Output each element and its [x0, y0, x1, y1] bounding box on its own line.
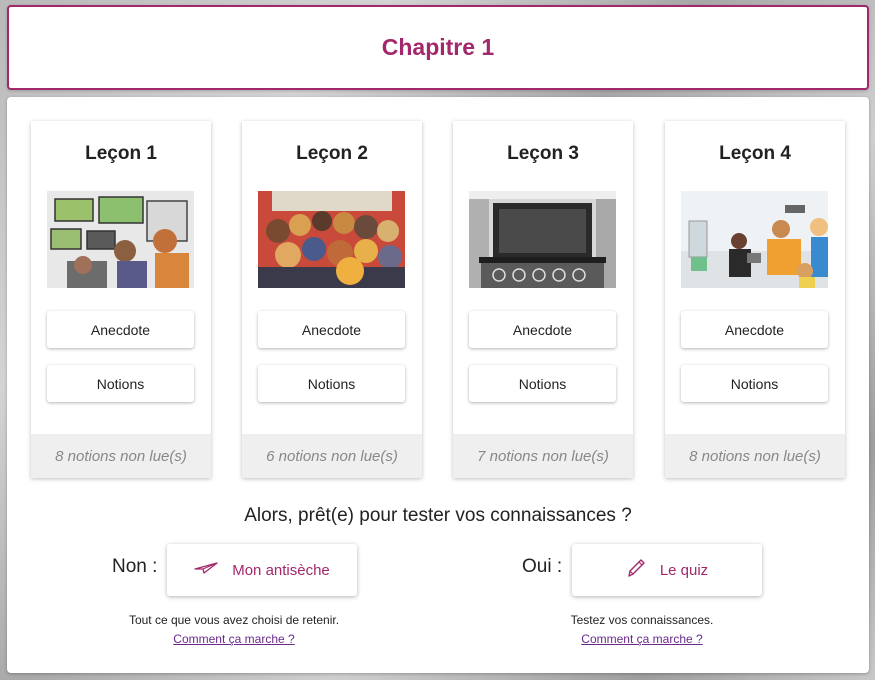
lesson-title: Leçon 4 — [719, 143, 791, 164]
lesson-card-3: Leçon 3 Anecdote Notions 7 notions non l… — [453, 121, 633, 478]
main-panel: Leçon 1 Anecdote Notions 8 notions non l… — [7, 97, 869, 673]
lesson-illustration[interactable] — [258, 191, 405, 288]
anecdote-button[interactable]: Anecdote — [258, 311, 405, 348]
notions-button[interactable]: Notions — [469, 365, 616, 402]
quiz-label: Le quiz — [659, 561, 709, 579]
lesson-card-1: Leçon 1 Anecdote Notions 8 notions non l… — [31, 121, 211, 478]
quiz-prompt: Alors, prêt(e) pour tester vos connaissa… — [244, 505, 632, 526]
yes-label: Oui : — [522, 556, 563, 577]
pencil-icon — [626, 557, 646, 583]
notions-button[interactable]: Notions — [258, 365, 405, 402]
paper-plane-icon — [194, 561, 218, 579]
quiz-button[interactable]: Le quiz — [572, 544, 762, 596]
quiz-description: Testez vos connaissances. — [570, 613, 714, 627]
unread-notions-count: 7 notions non lue(s) — [453, 434, 633, 478]
anecdote-button[interactable]: Anecdote — [681, 311, 828, 348]
chapter-title: Chapitre 1 — [381, 34, 495, 60]
cheat-sheet-description: Tout ce que vous avez choisi de retenir. — [128, 613, 340, 627]
notions-button[interactable]: Notions — [47, 365, 194, 402]
lesson-illustration[interactable] — [47, 191, 194, 288]
lesson-title: Leçon 1 — [85, 143, 157, 164]
lesson-card-2: Leçon 2 Anecdote Notions 6 notions non l… — [242, 121, 422, 478]
cheat-sheet-button[interactable]: Mon antisèche — [167, 544, 357, 596]
chapter-header: Chapitre 1 — [7, 5, 869, 90]
lesson-title: Leçon 2 — [296, 143, 368, 164]
cheat-sheet-label: Mon antisèche — [232, 561, 330, 579]
unread-notions-count: 8 notions non lue(s) — [31, 434, 211, 478]
unread-notions-count: 8 notions non lue(s) — [665, 434, 845, 478]
quiz-help-link[interactable]: Comment ça marche ? — [512, 632, 772, 646]
lesson-title: Leçon 3 — [507, 143, 579, 164]
cheat-sheet-help-link[interactable]: Comment ça marche ? — [104, 632, 364, 646]
lesson-card-4: Leçon 4 Anecdote Notions 8 notions non l… — [665, 121, 845, 478]
lesson-illustration[interactable] — [469, 191, 616, 288]
lesson-illustration[interactable] — [681, 191, 828, 288]
unread-notions-count: 6 notions non lue(s) — [242, 434, 422, 478]
anecdote-button[interactable]: Anecdote — [469, 311, 616, 348]
notions-button[interactable]: Notions — [681, 365, 828, 402]
no-label: Non : — [112, 556, 158, 577]
anecdote-button[interactable]: Anecdote — [47, 311, 194, 348]
